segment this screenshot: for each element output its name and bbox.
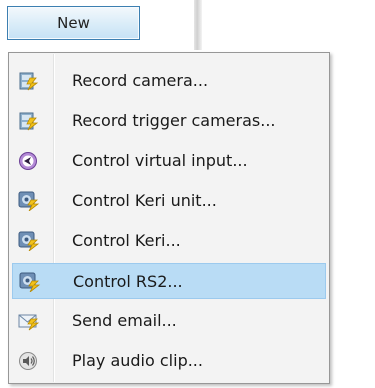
pane-splitter[interactable] bbox=[194, 0, 202, 50]
rs2-icon bbox=[19, 272, 41, 293]
menu-item-control-keri-unit[interactable]: Control Keri unit... bbox=[12, 183, 326, 219]
menu-item-label: Control Keri unit... bbox=[72, 190, 217, 210]
menu-item-control-rs2[interactable]: Control RS2... bbox=[12, 263, 326, 299]
menu-item-record-camera[interactable]: Record camera... bbox=[12, 63, 326, 99]
keri-unit-icon bbox=[18, 191, 40, 212]
keri-icon bbox=[18, 231, 40, 252]
new-button[interactable]: New bbox=[7, 6, 140, 40]
menu-item-label: Control virtual input... bbox=[72, 150, 248, 170]
record-trigger-cameras-icon bbox=[18, 111, 40, 131]
menu-item-control-keri[interactable]: Control Keri... bbox=[12, 223, 326, 259]
menu-item-label: Control RS2... bbox=[73, 271, 183, 291]
menu-item-send-email[interactable]: Send email... bbox=[12, 303, 326, 339]
menu-item-control-virtual-input[interactable]: Control virtual input... bbox=[12, 143, 326, 179]
audio-clip-icon bbox=[18, 351, 40, 371]
menu-item-record-trigger-cameras[interactable]: Record trigger cameras... bbox=[12, 103, 326, 139]
menu-item-label: Record trigger cameras... bbox=[72, 110, 276, 130]
record-camera-icon bbox=[18, 71, 40, 91]
new-dropdown-menu: Record camera... Record trigger cameras.… bbox=[8, 52, 330, 384]
menu-item-label: Send email... bbox=[72, 310, 177, 330]
email-icon bbox=[18, 311, 40, 331]
menu-item-play-audio-clip[interactable]: Play audio clip... bbox=[12, 343, 326, 379]
menu-item-label: Play audio clip... bbox=[72, 350, 203, 370]
menu-item-label: Control Keri... bbox=[72, 230, 181, 250]
menu-item-label: Record camera... bbox=[72, 70, 209, 90]
virtual-input-icon bbox=[18, 151, 40, 171]
